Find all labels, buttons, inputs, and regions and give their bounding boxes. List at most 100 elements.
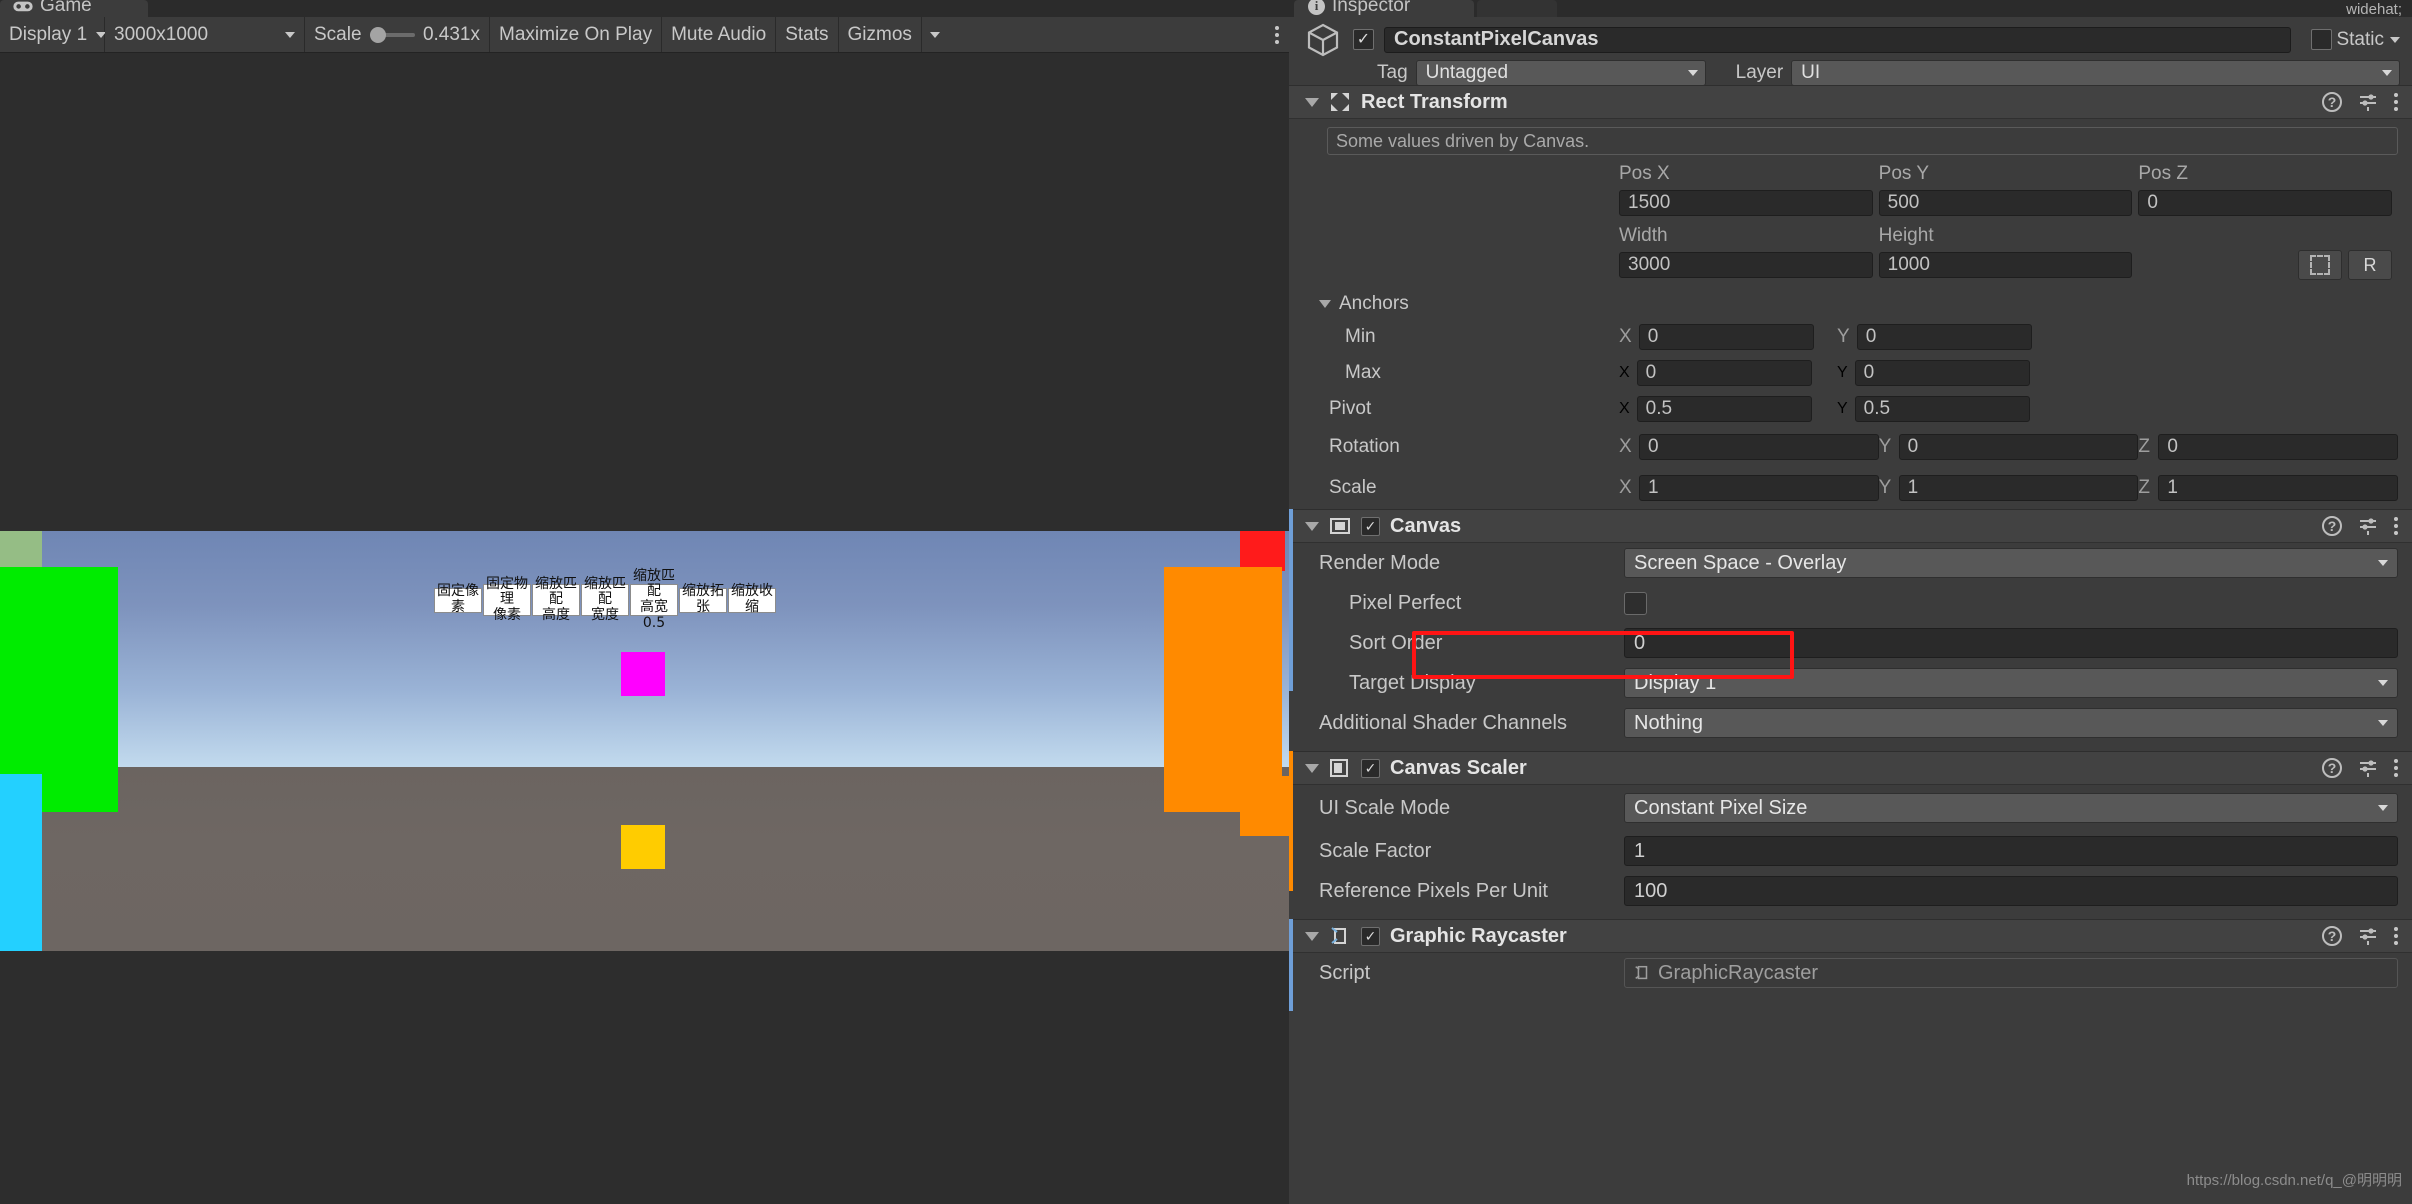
canvas-enabled-checkbox[interactable]: ✓ <box>1361 516 1380 536</box>
chevron-down-icon <box>2378 805 2388 811</box>
resolution-label: 3000x1000 <box>114 23 209 45</box>
scale-row: Scale X 1 Y 1 Z 1 <box>1289 467 2412 509</box>
help-icon[interactable]: ? <box>2322 758 2342 778</box>
rotation-x-input[interactable]: 0 <box>1639 434 1879 460</box>
help-icon[interactable]: ? <box>2322 92 2342 112</box>
component-menu-icon[interactable] <box>2394 517 2398 535</box>
anchor-max-y-input[interactable]: 0 <box>1854 360 2030 386</box>
anchors-foldout[interactable]: Anchors <box>1289 289 2412 319</box>
canvas-header[interactable]: ✓ Canvas ? <box>1289 509 2412 543</box>
component-menu-icon[interactable] <box>2394 927 2398 945</box>
shader-channels-dropdown[interactable]: Nothing <box>1624 708 2398 738</box>
canvas-scaler-header[interactable]: ✓ Canvas Scaler ? <box>1289 751 2412 785</box>
anchor-max-x-input[interactable]: 0 <box>1636 360 1812 386</box>
game-ui-button-1[interactable]: 固定物理 像素 <box>483 576 531 623</box>
game-ui-button-5[interactable]: 缩放拓张 <box>679 583 727 615</box>
game-ui-button-6[interactable]: 缩放收缩 <box>728 583 776 615</box>
chevron-down-icon[interactable] <box>2390 36 2400 43</box>
rect-transform-header[interactable]: Rect Transform ? <box>1289 85 2412 119</box>
game-ui-button-3[interactable]: 缩放匹配 宽度 <box>581 576 629 623</box>
pivot-x-input[interactable]: 0.5 <box>1636 396 1812 422</box>
scale-factor-input[interactable]: 1 <box>1624 836 2398 866</box>
game-ui-button-4[interactable]: 缩放匹配 高宽0.5 <box>630 568 678 631</box>
object-enabled-checkbox[interactable]: ✓ <box>1353 29 1374 50</box>
maximize-on-play-button[interactable]: Maximize On Play <box>490 17 663 52</box>
stats-button[interactable]: Stats <box>776 17 839 52</box>
collapse-triangle-icon[interactable] <box>1305 931 1319 941</box>
pivot-y-input[interactable]: 0.5 <box>1854 396 2030 422</box>
static-toggle[interactable]: Static <box>2311 29 2400 51</box>
resolution-dropdown[interactable]: 3000x1000 <box>105 17 305 52</box>
scale-slider-group[interactable]: Scale 0.431x <box>305 17 490 52</box>
chevron-down-icon <box>2382 70 2392 76</box>
render-mode-row: Render Mode Screen Space - Overlay <box>1289 543 2412 583</box>
target-display-dropdown[interactable]: Display 1 <box>1624 668 2398 698</box>
minimize-icon[interactable]: widehat; <box>2346 2 2402 17</box>
game-toolbar: Display 1 3000x1000 Scale 0.431x Maximiz… <box>0 17 1289 53</box>
scale-z-input[interactable]: 1 <box>2158 475 2399 501</box>
game-viewport[interactable]: 固定像素 固定物理 像素 缩放匹配 高度 缩放匹配 宽度 缩放匹配 高宽0.5 缩放拓张 缩放收缩 <box>0 53 1289 1204</box>
display-dropdown[interactable]: Display 1 <box>0 17 107 52</box>
game-ui-button-0[interactable]: 固定像素 <box>434 583 482 615</box>
ui-button-row: 固定像素 固定物理 像素 缩放匹配 高度 缩放匹配 宽度 缩放匹配 高宽0.5 缩放拓张 缩放收缩 <box>434 568 776 631</box>
width-header: Width <box>1619 225 1668 246</box>
object-name-row: ✓ ConstantPixelCanvas Static <box>1289 23 2412 56</box>
anchor-min-x-input[interactable]: 0 <box>1638 324 1814 350</box>
rect-transform-icon <box>1331 93 1349 111</box>
graphic-raycaster-enabled-checkbox[interactable]: ✓ <box>1361 926 1380 946</box>
object-name-field[interactable]: ConstantPixelCanvas <box>1384 26 2292 53</box>
static-checkbox[interactable] <box>2311 29 2333 50</box>
render-mode-dropdown[interactable]: Screen Space - Overlay <box>1624 548 2398 578</box>
anchor-min-label: Min <box>1345 326 1376 347</box>
anchor-preset-icon[interactable] <box>2298 250 2343 280</box>
rect-transform-notice: Some values driven by Canvas. <box>1327 127 2398 155</box>
gizmos-button[interactable]: Gizmos <box>838 17 921 52</box>
collapse-triangle-icon[interactable] <box>1305 521 1319 531</box>
sort-order-input[interactable]: 0 <box>1624 628 2398 658</box>
reference-ppu-input[interactable]: 100 <box>1624 876 2398 906</box>
graphic-raycaster-header[interactable]: ✓ Graphic Raycaster ? <box>1289 919 2412 953</box>
height-input[interactable]: 1000 <box>1878 252 2133 278</box>
axis-y-label: Y <box>1878 477 1892 498</box>
script-field[interactable]: GraphicRaycaster <box>1624 958 2398 988</box>
game-panel-menu-icon[interactable] <box>1275 25 1279 44</box>
scale-slider[interactable] <box>369 26 415 43</box>
width-input[interactable]: 3000 <box>1619 252 1873 278</box>
game-ui-button-2[interactable]: 缩放匹配 高度 <box>532 576 580 623</box>
canvas-scaler-enabled-checkbox[interactable]: ✓ <box>1361 758 1380 778</box>
preset-settings-icon[interactable] <box>2358 758 2378 778</box>
pos-z-input[interactable]: 0 <box>2138 190 2393 216</box>
preset-settings-icon[interactable] <box>2358 926 2378 946</box>
corner-rect-cyan <box>0 774 42 951</box>
rotation-y-input[interactable]: 0 <box>1898 434 2139 460</box>
collapse-triangle-icon[interactable] <box>1305 97 1319 107</box>
help-icon[interactable]: ? <box>2322 516 2342 536</box>
collapse-triangle-icon[interactable] <box>1305 763 1319 773</box>
scale-y-input[interactable]: 1 <box>1898 475 2139 501</box>
preset-settings-icon[interactable] <box>2358 92 2378 112</box>
rotation-label: Rotation <box>1329 436 1400 457</box>
scale-slider-knob[interactable] <box>369 26 386 43</box>
anchor-min-y-input[interactable]: 0 <box>1856 324 2032 350</box>
mute-audio-button[interactable]: Mute Audio <box>662 17 777 52</box>
pos-y-input[interactable]: 500 <box>1878 190 2133 216</box>
pos-x-input[interactable]: 1500 <box>1619 190 1873 216</box>
component-menu-icon[interactable] <box>2394 759 2398 777</box>
collapse-triangle-icon[interactable] <box>1319 300 1331 308</box>
axis-x-label: X <box>1619 436 1632 457</box>
component-menu-icon[interactable] <box>2394 93 2398 111</box>
component-rect-transform: Rect Transform ? Some values driven by C… <box>1289 85 2412 509</box>
ui-scale-mode-dropdown[interactable]: Constant Pixel Size <box>1624 793 2398 823</box>
help-icon[interactable]: ? <box>2322 926 2342 946</box>
pivot-x: X 0.5 <box>1619 396 1837 422</box>
tag-dropdown[interactable]: Untagged <box>1415 60 1706 86</box>
preset-settings-icon[interactable] <box>2358 516 2378 536</box>
pixel-perfect-checkbox[interactable] <box>1624 591 1647 615</box>
blueprint-r-button[interactable]: R <box>2348 250 2393 280</box>
tab-game-label: Game <box>40 0 92 16</box>
layer-dropdown[interactable]: UI <box>1791 60 2400 86</box>
gizmos-dropdown[interactable] <box>920 17 948 52</box>
static-label: Static <box>2336 28 2384 50</box>
scale-x-input[interactable]: 1 <box>1639 475 1879 501</box>
rotation-z-input[interactable]: 0 <box>2158 434 2399 460</box>
